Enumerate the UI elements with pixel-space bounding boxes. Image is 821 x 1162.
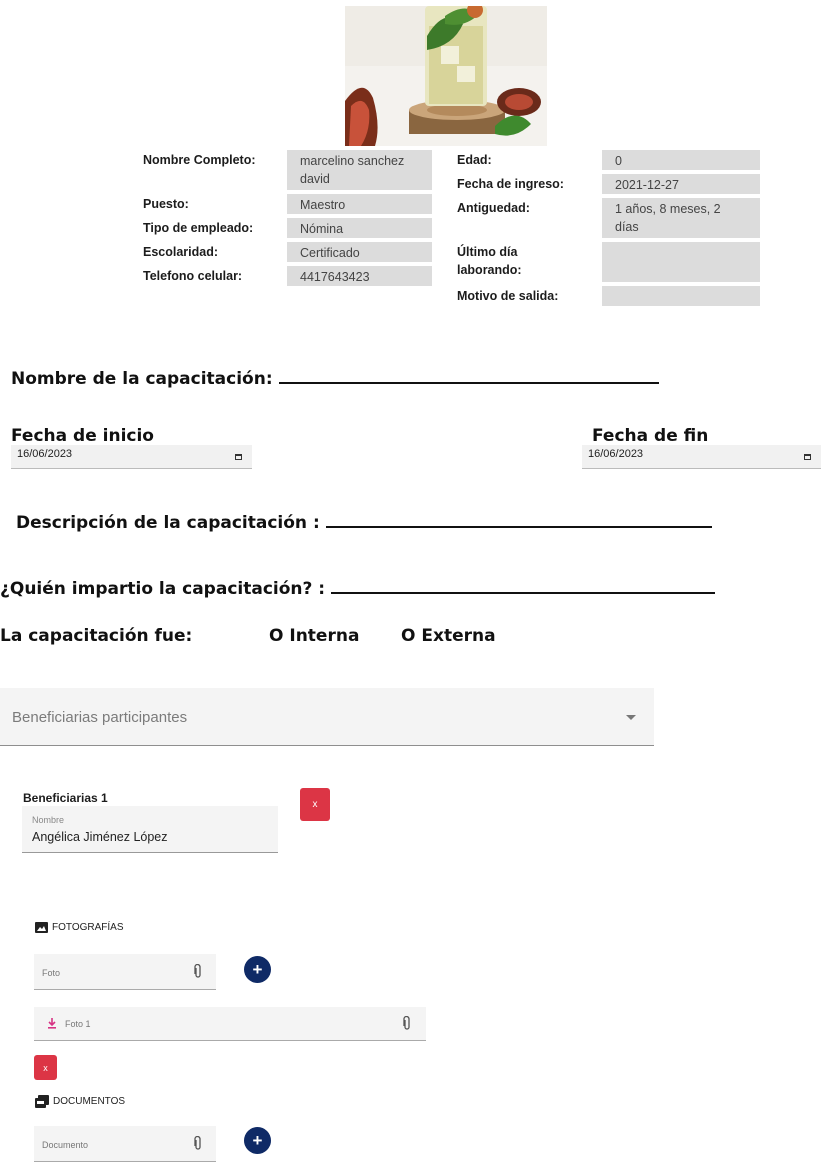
description-label: Descripción de la capacitación :	[16, 513, 320, 533]
value-full-name: marcelino sanchez david	[287, 150, 432, 190]
documents-title-text: DOCUMENTOS	[53, 1096, 126, 1107]
label-age: Edad:	[457, 153, 492, 167]
calendar-icon[interactable]	[804, 454, 811, 460]
instructor-row[interactable]: ¿Quién impartio la capacitación? :	[0, 579, 716, 599]
document-upload-input[interactable]: Documento	[34, 1126, 216, 1162]
label-position: Puesto:	[143, 197, 189, 211]
beneficiaries-select[interactable]: Beneficiarias participantes	[0, 688, 654, 746]
add-photo-button[interactable]: +	[244, 956, 271, 983]
label-hire-date: Fecha de ingreso:	[457, 177, 564, 191]
value-hire-date: 2021-12-27	[602, 174, 760, 194]
training-type-label: La capacitación fue:	[0, 626, 193, 646]
label-exit-reason: Motivo de salida:	[457, 289, 559, 303]
download-icon[interactable]	[47, 1018, 57, 1029]
value-exit-reason	[602, 286, 760, 306]
documents-section-title: DOCUMENTOS	[35, 1095, 125, 1108]
description-line[interactable]	[325, 526, 712, 528]
value-last-day	[602, 242, 760, 282]
start-date-label: Fecha de inicio	[11, 426, 154, 446]
instructor-label: ¿Quién impartio la capacitación? :	[0, 579, 326, 599]
training-name-row[interactable]: Nombre de la capacitación:	[11, 369, 659, 389]
beneficiary-name-field[interactable]: Nombre Angélica Jiménez López	[22, 806, 278, 853]
photo-upload-input[interactable]: Foto	[34, 954, 216, 990]
beneficiary-name-label: Nombre	[32, 815, 65, 825]
photo-file-name: Foto 1	[65, 1019, 91, 1029]
remove-beneficiary-button[interactable]: x	[300, 788, 330, 821]
option-internal[interactable]: O Interna	[269, 626, 359, 646]
label-full-name: Nombre Completo:	[143, 153, 256, 167]
value-seniority: 1 años, 8 meses, 2 días	[602, 198, 760, 238]
value-education: Certificado	[287, 242, 432, 262]
paperclip-icon[interactable]	[194, 964, 202, 978]
employee-photo	[345, 6, 547, 146]
paperclip-icon[interactable]	[403, 1016, 411, 1030]
training-name-line[interactable]	[278, 382, 659, 384]
label-education: Escolaridad:	[143, 245, 219, 259]
start-date-value: 16/06/2023	[17, 448, 73, 460]
beneficiaries-select-placeholder: Beneficiarias participantes	[12, 709, 188, 726]
image-icon	[35, 922, 48, 933]
end-date-input[interactable]: 16/06/2023	[582, 445, 821, 469]
document-placeholder: Documento	[42, 1140, 89, 1150]
paperclip-icon[interactable]	[194, 1136, 202, 1150]
remove-photo-button[interactable]: x	[34, 1055, 57, 1080]
value-phone: 4417643423	[287, 266, 432, 286]
start-date-input[interactable]: 16/06/2023	[11, 445, 252, 469]
end-date-label: Fecha de fin	[592, 426, 709, 446]
end-date-value: 16/06/2023	[588, 448, 644, 460]
photos-title-text: FOTOGRAFÍAS	[52, 922, 124, 933]
photo-file-item[interactable]: Foto 1	[34, 1007, 426, 1041]
instructor-line[interactable]	[331, 592, 716, 594]
photo-placeholder: Foto	[42, 968, 61, 978]
pdf-icon	[35, 1095, 49, 1108]
beneficiary-title: Beneficiarias 1	[23, 791, 108, 805]
photos-section-title: FOTOGRAFÍAS	[35, 922, 124, 933]
value-age: 0	[602, 150, 760, 170]
training-name-label: Nombre de la capacitación:	[11, 369, 273, 389]
label-phone: Telefono celular:	[143, 269, 243, 283]
calendar-icon[interactable]	[235, 454, 242, 460]
description-row[interactable]: Descripción de la capacitación :	[16, 513, 712, 533]
label-employee-type: Tipo de empleado:	[143, 221, 254, 235]
option-external[interactable]: O Externa	[401, 626, 496, 646]
beneficiary-name-value: Angélica Jiménez López	[32, 830, 168, 844]
value-position: Maestro	[287, 194, 432, 214]
value-employee-type: Nómina	[287, 218, 432, 238]
label-seniority: Antiguedad:	[457, 201, 530, 215]
label-last-day: Último día laborando:	[457, 245, 522, 277]
caret-down-icon	[626, 715, 636, 720]
add-document-button[interactable]: +	[244, 1127, 271, 1154]
